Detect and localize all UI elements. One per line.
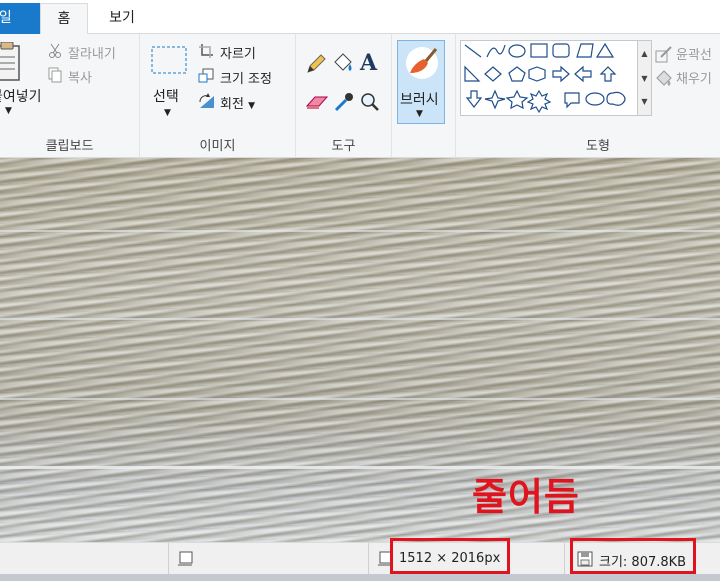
clipboard-group-label: 클립보드 <box>45 139 94 154</box>
eraser-icon[interactable] <box>305 94 329 114</box>
select-button[interactable]: 선택 <box>153 86 179 106</box>
gallery-expand[interactable]: ▼ <box>638 91 651 113</box>
brushes-label: 브러시 <box>400 92 439 108</box>
water-band <box>0 230 720 232</box>
rotate-dropdown-arrow: ▼ <box>248 101 255 111</box>
bottom-strip <box>0 574 720 581</box>
shapes-gallery[interactable] <box>460 40 638 116</box>
status-cursor-segment <box>168 543 368 575</box>
fill-bucket-icon[interactable] <box>332 52 354 78</box>
select-dropdown-arrow[interactable]: ▼ <box>164 108 171 118</box>
tab-view[interactable]: 보기 <box>92 3 152 34</box>
water-band <box>0 318 720 320</box>
tab-home[interactable]: 홈 <box>40 3 88 35</box>
dimensions-highlight <box>390 538 510 574</box>
brushes-button[interactable]: 브러시 ▼ <box>397 40 445 124</box>
annotation-text: 줄어듬 <box>472 475 580 519</box>
image-canvas[interactable]: 줄어듬 <box>0 158 720 542</box>
paste-dropdown-arrow[interactable]: ▼ <box>5 106 12 116</box>
crop-button[interactable]: 자르기 <box>220 43 256 62</box>
paste-icon[interactable] <box>0 41 26 86</box>
brushes-dropdown-arrow: ▼ <box>416 109 423 119</box>
tools-group: A 도구 <box>296 34 392 158</box>
shapes-gallery-icons <box>464 42 626 114</box>
brushes-group: 브러시 ▼ <box>392 34 456 158</box>
resize-icon <box>198 68 214 88</box>
color-picker-icon[interactable] <box>334 92 354 116</box>
select-icon[interactable] <box>151 46 187 78</box>
pencil-icon[interactable] <box>306 54 326 78</box>
ribbon: 붙여넣기 ▼ 잘라내기 복사 클립보드 선택 ▼ 자르기 크기 조정 회전 ▼ … <box>0 34 720 158</box>
text-tool-icon[interactable]: A <box>360 50 377 76</box>
rotate-icon <box>198 93 216 113</box>
tab-file[interactable]: 파일 <box>0 3 40 34</box>
cut-button[interactable]: 잘라내기 <box>68 43 116 62</box>
file-size-highlight <box>570 538 696 574</box>
fill-button[interactable]: 채우기 <box>676 68 712 87</box>
copy-button[interactable]: 복사 <box>68 67 92 86</box>
gallery-scroll-down[interactable]: ▼ <box>638 66 651 91</box>
gallery-scroll-up[interactable]: ▲ <box>638 41 651 66</box>
shapes-group-label: 도형 <box>586 139 610 154</box>
outline-icon <box>655 45 673 67</box>
water-band <box>0 398 720 400</box>
shapes-gallery-scroll[interactable]: ▲ ▼ ▼ <box>638 40 652 116</box>
brush-icon <box>404 45 440 85</box>
paste-button[interactable]: 붙여넣기 <box>0 86 42 106</box>
status-bar: 1512 × 2016px 크기: 807.8KB <box>0 538 720 575</box>
outline-button[interactable]: 윤곽선 <box>676 44 712 63</box>
magnifier-icon[interactable] <box>360 92 380 116</box>
crop-icon <box>198 43 214 63</box>
image-group: 선택 ▼ 자르기 크기 조정 회전 ▼ 이미지 <box>140 34 296 158</box>
fill-icon <box>655 69 673 91</box>
cursor-position-icon <box>177 551 193 571</box>
rotate-button[interactable]: 회전 ▼ <box>220 93 255 112</box>
ribbon-tab-bar: 파일 홈 보기 <box>0 0 720 35</box>
tools-group-label: 도구 <box>331 139 356 154</box>
copy-icon <box>48 67 62 87</box>
shapes-group: ▲ ▼ ▼ 윤곽선 채우기 도형 <box>456 34 720 158</box>
clipboard-group: 붙여넣기 ▼ 잘라내기 복사 클립보드 <box>0 34 140 158</box>
resize-button[interactable]: 크기 조정 <box>220 68 272 87</box>
scissors-icon <box>48 43 62 63</box>
image-group-label: 이미지 <box>199 139 236 154</box>
image-edge-line <box>0 466 720 469</box>
